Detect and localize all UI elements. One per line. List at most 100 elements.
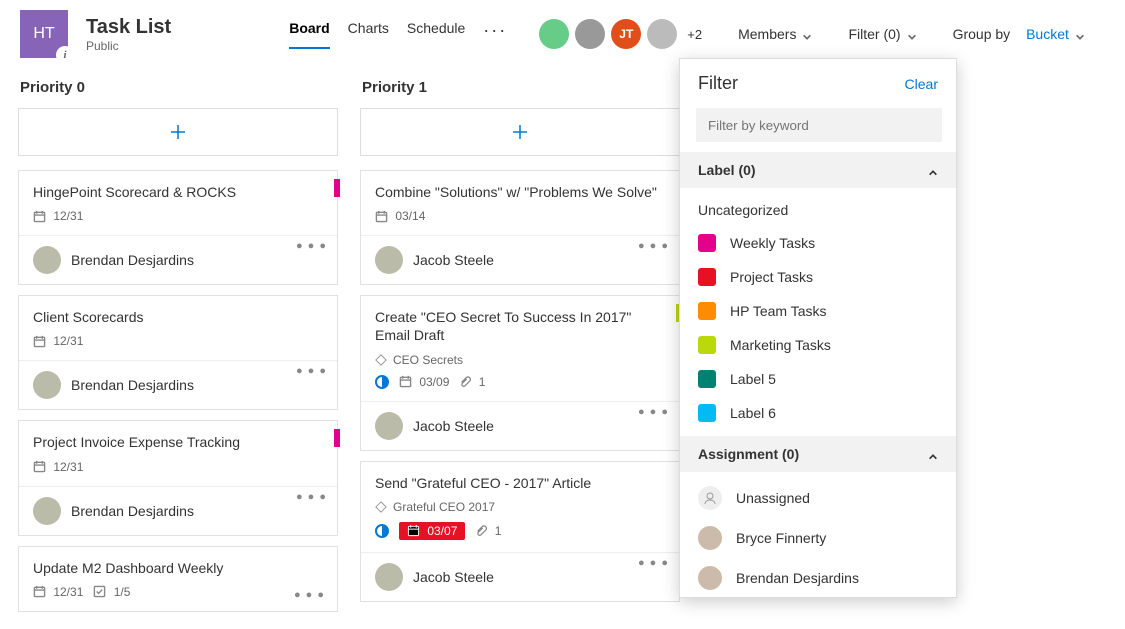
task-meta: 12/31 [33, 334, 323, 348]
plan-icon[interactable]: HT i [20, 10, 68, 58]
card-menu-icon[interactable]: ● ● ● [638, 557, 669, 569]
task-assignee[interactable]: Brendan Desjardins [19, 487, 337, 535]
tab-more-icon[interactable]: ··· [483, 20, 507, 49]
attachments: 1 [459, 375, 485, 389]
attachments: 1 [475, 524, 501, 538]
members-dropdown[interactable]: Members [738, 26, 812, 42]
info-icon[interactable]: i [56, 46, 74, 64]
task-assignee[interactable]: Brendan Desjardins [19, 236, 337, 284]
filter-assign-item[interactable]: Bryce Finnerty [698, 518, 938, 558]
filter-label-item[interactable]: Label 5 [698, 362, 938, 396]
label-swatch [698, 268, 716, 286]
label-tag [334, 179, 340, 197]
tab-board[interactable]: Board [289, 20, 329, 49]
tab-charts[interactable]: Charts [348, 20, 389, 49]
chevron-down-icon [1075, 29, 1085, 39]
avatar[interactable] [575, 19, 605, 49]
task-assignee[interactable]: Brendan Desjardins [19, 361, 337, 409]
card-menu-icon[interactable]: ● ● ● [296, 491, 327, 503]
avatar [698, 526, 722, 550]
plan-title-block: Task List Public [86, 16, 171, 53]
assign-text: Brendan Desjardins [736, 570, 859, 586]
filter-label-item[interactable]: Weekly Tasks [698, 226, 938, 260]
progress-icon [375, 524, 389, 538]
filter-label-item[interactable]: Label 6 [698, 396, 938, 430]
plan-name: Task List [86, 16, 171, 39]
label-text: Uncategorized [698, 202, 788, 218]
task-meta: 12/31 [33, 460, 323, 474]
filter-section-assignment[interactable]: Assignment (0) [680, 436, 956, 472]
filter-title: Filter [698, 73, 738, 94]
avatar[interactable] [539, 19, 569, 49]
avatar [33, 497, 61, 525]
filter-assign-item[interactable]: Brendan Desjardins [698, 558, 938, 598]
task-card[interactable]: Combine "Solutions" w/ "Problems We Solv… [360, 170, 680, 285]
label-swatch [698, 302, 716, 320]
filter-dropdown[interactable]: Filter (0) [848, 26, 916, 42]
filter-label-item[interactable]: HP Team Tasks [698, 294, 938, 328]
task-subinfo: CEO Secrets [375, 353, 665, 367]
progress-icon [375, 375, 389, 389]
filter-panel: Filter Clear Label (0) Uncategorized Wee… [679, 58, 957, 598]
card-menu-icon[interactable]: ● ● ● [638, 240, 669, 252]
filter-assign-item[interactable]: Unassigned [698, 478, 938, 518]
task-subinfo: Grateful CEO 2017 [375, 500, 665, 514]
filter-label-item[interactable]: Uncategorized [698, 194, 938, 226]
tab-schedule[interactable]: Schedule [407, 20, 465, 49]
avatar [698, 566, 722, 590]
task-title: Update M2 Dashboard Weekly [33, 559, 323, 577]
task-title: Send "Grateful CEO - 2017" Article [375, 474, 665, 492]
chevron-up-icon [928, 165, 938, 175]
main-nav: Board Charts Schedule ··· [289, 20, 507, 49]
task-meta: 03/09 1 [375, 375, 665, 389]
avatar [375, 563, 403, 591]
task-card[interactable]: Project Invoice Expense Tracking 12/31 ●… [18, 420, 338, 535]
filter-label: Filter (0) [848, 26, 900, 42]
members-label: Members [738, 26, 796, 42]
avatar [375, 412, 403, 440]
overdue-badge: 03/07 [399, 522, 465, 540]
chevron-down-icon [907, 29, 917, 39]
task-title: Combine "Solutions" w/ "Problems We Solv… [375, 183, 665, 201]
task-assignee[interactable]: Jacob Steele [361, 402, 679, 450]
label-swatch [698, 336, 716, 354]
filter-clear-button[interactable]: Clear [905, 76, 938, 92]
section-title: Assignment (0) [698, 446, 799, 462]
task-card[interactable]: Update M2 Dashboard Weekly 12/31 1/5 ● ●… [18, 546, 338, 612]
task-assignee[interactable]: Jacob Steele [361, 553, 679, 601]
card-menu-icon[interactable]: ● ● ● [294, 589, 325, 601]
avatar [33, 371, 61, 399]
task-card[interactable]: HingePoint Scorecard & ROCKS 12/31 ● ● ●… [18, 170, 338, 285]
filter-label-item[interactable]: Marketing Tasks [698, 328, 938, 362]
task-card[interactable]: Create "CEO Secret To Success In 2017" E… [360, 295, 680, 450]
avatar[interactable] [647, 19, 677, 49]
avatar[interactable]: JT [611, 19, 641, 49]
person-icon [698, 486, 722, 510]
assignee-name: Jacob Steele [413, 252, 494, 268]
section-title: Label (0) [698, 162, 756, 178]
assignee-name: Brendan Desjardins [71, 377, 194, 393]
task-assignee[interactable]: Jacob Steele [361, 236, 679, 284]
label-text: Project Tasks [730, 269, 813, 285]
bucket-title: Priority 1 [362, 79, 680, 96]
due-date: 12/31 [33, 209, 83, 223]
filter-label-item[interactable]: Project Tasks [698, 260, 938, 294]
assignee-name: Jacob Steele [413, 569, 494, 585]
due-date: 12/31 [33, 585, 83, 599]
card-menu-icon[interactable]: ● ● ● [296, 365, 327, 377]
filter-keyword-input[interactable] [696, 108, 942, 142]
task-card[interactable]: Client Scorecards 12/31 ● ● ● Brendan De… [18, 295, 338, 410]
card-menu-icon[interactable]: ● ● ● [638, 406, 669, 418]
avatar-overflow[interactable]: +2 [687, 27, 702, 42]
plan-visibility: Public [86, 39, 171, 53]
task-card[interactable]: Send "Grateful CEO - 2017" Article Grate… [360, 461, 680, 602]
filter-section-label[interactable]: Label (0) [680, 152, 956, 188]
assignee-name: Brendan Desjardins [71, 252, 194, 268]
group-by-dropdown[interactable]: Group by Bucket [953, 26, 1085, 42]
assignee-name: Jacob Steele [413, 418, 494, 434]
label-text: Weekly Tasks [730, 235, 815, 251]
add-task-button[interactable] [18, 108, 338, 156]
card-menu-icon[interactable]: ● ● ● [296, 240, 327, 252]
label-text: HP Team Tasks [730, 303, 827, 319]
add-task-button[interactable] [360, 108, 680, 156]
